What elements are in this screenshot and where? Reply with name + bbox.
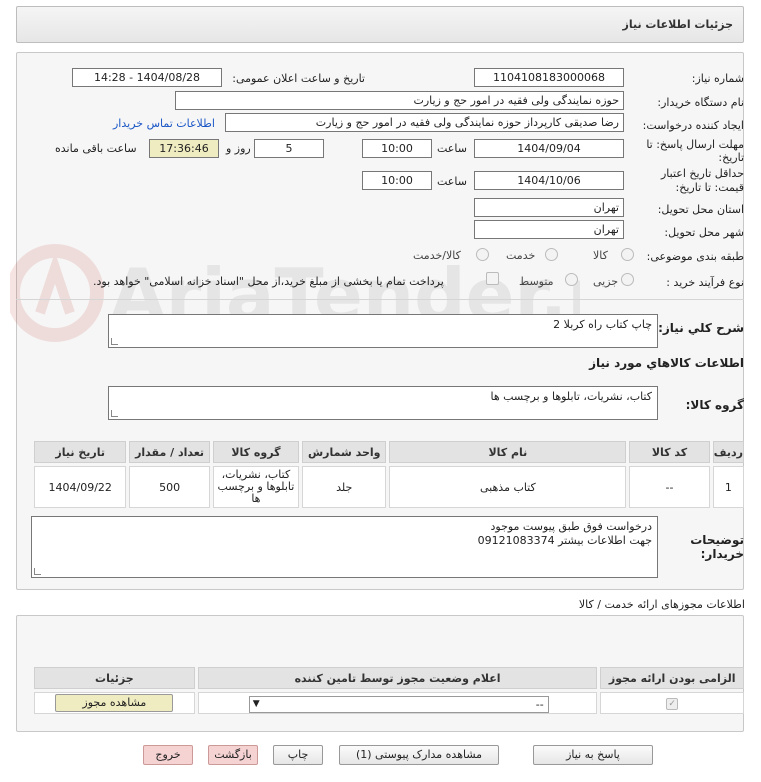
col-name: نام کالا xyxy=(389,441,627,463)
days-label: روز و xyxy=(226,142,251,155)
province-label: استان محل تحویل: xyxy=(657,203,744,216)
goods-group-text: کتاب، نشریات، تابلوها و برچسب ها xyxy=(490,390,652,403)
goods-table: ردیف کد کالا نام کالا واحد شمارش گروه کا… xyxy=(31,438,747,511)
deadline-time-label: ساعت xyxy=(437,142,467,155)
category-option-goods-service: کالا/خدمت xyxy=(413,249,461,262)
remaining-time-label: ساعت باقی مانده xyxy=(55,142,137,155)
buyer-label: نام دستگاه خریدار: xyxy=(657,96,744,109)
process-radio-minor[interactable] xyxy=(621,273,634,286)
buyer-field: حوزه نمایندگی ولی فقیه در امور حج و زیار… xyxy=(175,91,624,110)
category-option-goods: کالا xyxy=(593,249,608,262)
notes-field: درخواست فوق طبق پیوست موجود جهت اطلاعات … xyxy=(31,516,658,578)
category-radio-goods-service[interactable] xyxy=(476,248,489,261)
chevron-down-icon: ▼ xyxy=(252,699,260,709)
province-field: تهران xyxy=(474,198,624,217)
resize-handle[interactable] xyxy=(111,338,118,345)
cell-row: 1 xyxy=(712,466,744,508)
treasury-checkbox[interactable] xyxy=(486,272,499,285)
treasury-note: پرداخت تمام یا بخشی از مبلغ خرید،از محل … xyxy=(93,275,444,288)
goods-group-field: کتاب، نشریات، تابلوها و برچسب ها xyxy=(108,386,658,420)
divider xyxy=(16,299,744,300)
summary-field: چاپ کتاب راه کربلا 2 xyxy=(108,314,658,348)
creator-label: ایجاد کننده درخواست: xyxy=(642,119,744,132)
deadline-time-field: 10:00 xyxy=(362,139,432,158)
category-radio-goods[interactable] xyxy=(621,248,634,261)
category-label: طبقه بندی موضوعی: xyxy=(646,250,744,263)
print-button[interactable]: چاپ xyxy=(273,745,323,765)
validity-date-field: 1404/10/06 xyxy=(474,171,624,190)
validity-time-field: 10:00 xyxy=(362,171,432,190)
col-qty: تعداد / مقدار xyxy=(129,441,210,463)
cell-unit: جلد xyxy=(302,466,387,508)
required-checkbox: ✓ xyxy=(666,697,679,710)
need-number-label: شماره نیاز: xyxy=(691,72,744,85)
permits-table-header: الزامی بودن ارائه مجوز اعلام وضعیت مجوز … xyxy=(34,667,744,689)
need-number-field: 1104108183000068 xyxy=(474,68,624,87)
cell-code: -- xyxy=(629,466,710,508)
permit-status-select[interactable]: -- ▼ xyxy=(248,696,549,713)
announce-label: تاریخ و ساعت اعلان عمومی: xyxy=(232,72,365,85)
page-title: جزئیات اطلاعات نیاز xyxy=(622,18,734,31)
col-row: ردیف xyxy=(712,441,744,463)
exit-button[interactable]: خروج xyxy=(143,745,193,765)
process-option-medium: متوسط xyxy=(519,275,554,288)
reply-button[interactable]: پاسخ به نیاز xyxy=(533,745,653,765)
page-header: جزئیات اطلاعات نیاز xyxy=(16,6,744,43)
permits-table: الزامی بودن ارائه مجوز اعلام وضعیت مجوز … xyxy=(31,664,747,717)
process-label: نوع فرآیند خرید : xyxy=(666,276,744,289)
col-unit: واحد شمارش xyxy=(302,441,387,463)
validity-label-2: قیمت: تا تاریخ: xyxy=(675,181,744,194)
deadline-label: مهلت ارسال پاسخ: تا xyxy=(646,138,744,151)
process-radio-medium[interactable] xyxy=(565,273,578,286)
announce-field: 1404/08/28 - 14:28 xyxy=(72,68,222,87)
notes-label-2: خریدار: xyxy=(700,547,744,561)
notes-line-1: درخواست فوق طبق پیوست موجود xyxy=(490,520,652,533)
validity-time-label: ساعت xyxy=(437,175,467,188)
cell-qty: 500 xyxy=(129,466,210,508)
cell-name: کتاب مذهبی xyxy=(389,466,627,508)
creator-field: رضا صدیقی کارپرداز حوزه نمایندگی ولی فقی… xyxy=(225,113,624,132)
permit-status-value: -- xyxy=(535,698,544,711)
col-date: تاریخ نیاز xyxy=(34,441,127,463)
col-code: کد کالا xyxy=(629,441,710,463)
table-row: ✓ -- ▼ مشاهده مجوز xyxy=(34,692,744,714)
goods-group-label: گروه کالا: xyxy=(685,398,744,412)
view-permit-button[interactable]: مشاهده مجوز xyxy=(55,694,174,712)
cell-status: -- ▼ xyxy=(197,692,598,714)
col-group: گروه کالا xyxy=(212,441,300,463)
col-details: جزئیات xyxy=(34,667,195,689)
cell-required: ✓ xyxy=(600,692,744,714)
category-radio-service[interactable] xyxy=(545,248,558,261)
permits-section-title: اطلاعات مجوزهای ارائه خدمت / کالا xyxy=(578,598,745,611)
notes-label: توضیحات xyxy=(690,533,744,547)
resize-handle[interactable] xyxy=(111,410,118,417)
col-status: اعلام وضعیت مجوز توسط تامین کننده xyxy=(197,667,598,689)
city-field: تهران xyxy=(474,220,624,239)
deadline-label-2: تاریخ: xyxy=(718,151,744,164)
summary-label: شرح کلي نياز: xyxy=(658,321,744,335)
cell-details: مشاهده مجوز xyxy=(34,692,195,714)
col-required: الزامی بودن ارائه مجوز xyxy=(600,667,744,689)
notes-line-2: جهت اطلاعات بیشتر 09121083374 xyxy=(477,534,652,547)
deadline-date-field: 1404/09/04 xyxy=(474,139,624,158)
view-attachments-button[interactable]: مشاهده مدارک پیوستی (1) xyxy=(339,745,499,765)
cell-date: 1404/09/22 xyxy=(34,466,127,508)
back-button[interactable]: بازگشت xyxy=(208,745,258,765)
table-row: 1 -- کتاب مذهبی جلد کتاب، نشریات، تابلوه… xyxy=(34,466,744,508)
resize-handle[interactable] xyxy=(34,568,41,575)
goods-table-header: ردیف کد کالا نام کالا واحد شمارش گروه کا… xyxy=(34,441,744,463)
process-option-minor: جزیی xyxy=(593,275,619,288)
city-label: شهر محل تحویل: xyxy=(664,226,744,239)
goods-section-title: اطلاعات کالاهاي مورد نياز xyxy=(589,356,744,370)
validity-label: حداقل تاریخ اعتبار xyxy=(660,167,744,180)
buyer-contact-link[interactable]: اطلاعات تماس خریدار xyxy=(113,117,215,130)
category-option-service: خدمت xyxy=(506,249,536,262)
summary-text: چاپ کتاب راه کربلا 2 xyxy=(553,318,652,331)
cell-group: کتاب، نشریات، تابلوها و برچسب ها xyxy=(212,466,300,508)
remaining-time-field: 17:36:46 xyxy=(149,139,219,158)
days-remaining-field: 5 xyxy=(254,139,324,158)
